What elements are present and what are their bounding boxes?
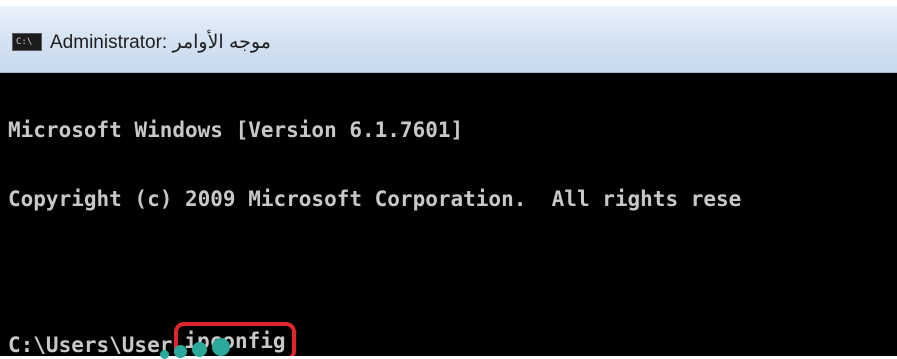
console-line-copyright: Copyright (c) 2009 Microsoft Corporation… [8, 187, 742, 211]
window-title: Administrator: موجه الأوامر [50, 32, 271, 53]
dot-1 [160, 350, 169, 359]
decorative-dots [160, 338, 240, 359]
dot-4 [212, 338, 230, 356]
console-line-version: Microsoft Windows [Version 6.1.7601] [8, 118, 464, 142]
dot-3 [192, 342, 207, 357]
console-prompt-line: C:\Users\User ipconfig [8, 322, 897, 356]
command-prompt-window[interactable]: C:\ Administrator: موجه الأوامر Microsof… [0, 6, 897, 356]
console-output[interactable]: Microsoft Windows [Version 6.1.7601] Cop… [8, 73, 897, 356]
prompt-path: C:\Users\User [8, 333, 173, 357]
title-bar[interactable]: C:\ Administrator: موجه الأوامر [0, 6, 897, 73]
dot-2 [174, 345, 187, 358]
console-icon: C:\ [12, 33, 42, 51]
